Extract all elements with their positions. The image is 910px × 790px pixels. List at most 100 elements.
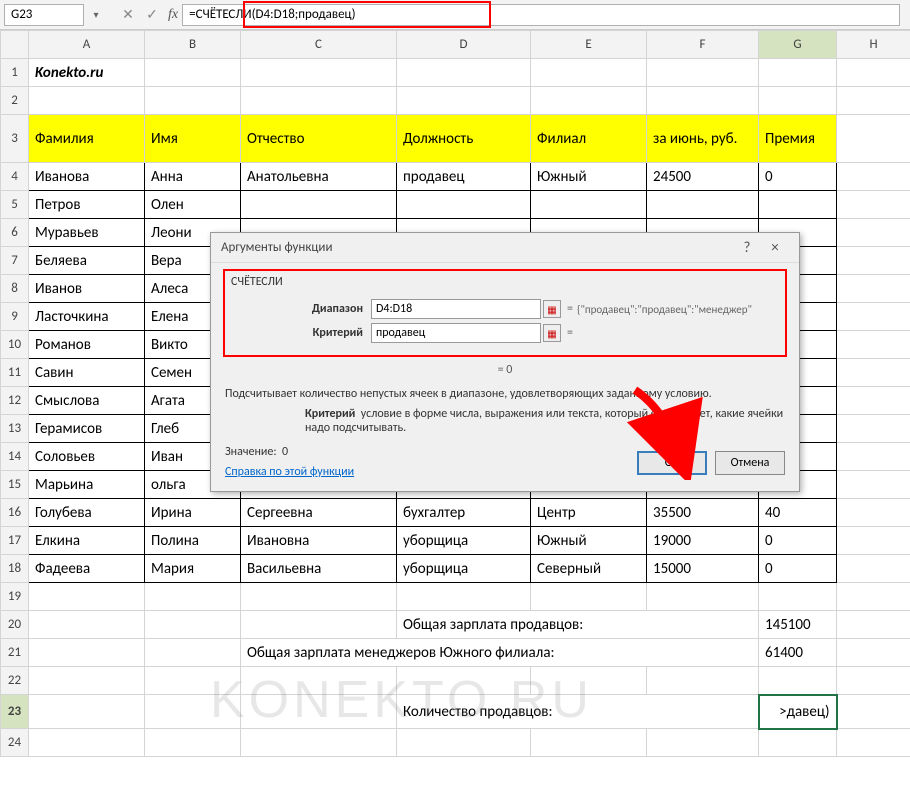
cell[interactable]: Васильевна [241,555,397,583]
row-header[interactable]: 2 [1,87,29,115]
cell[interactable]: Соловьев [29,443,145,471]
cell[interactable]: Ласточкина [29,303,145,331]
cell[interactable] [241,191,397,219]
cell[interactable]: уборщица [397,555,531,583]
arg2-input[interactable] [371,323,541,343]
cell[interactable]: 145100 [759,611,837,639]
cell[interactable]: Анна [145,163,241,191]
cell[interactable]: Ирина [145,499,241,527]
header-cell[interactable]: Фамилия [29,115,145,163]
cell[interactable]: 24500 [647,163,759,191]
cell[interactable]: Муравьев [29,219,145,247]
cell[interactable]: Сергеевна [241,499,397,527]
row-header[interactable]: 20 [1,611,29,639]
header-cell[interactable]: Должность [397,115,531,163]
row-header[interactable]: 6 [1,219,29,247]
name-box[interactable]: G23 [4,4,84,26]
row-header[interactable]: 5 [1,191,29,219]
cell[interactable]: Романов [29,331,145,359]
fx-icon[interactable]: fx [168,7,178,23]
col-header[interactable]: A [29,31,145,59]
accept-formula-icon[interactable]: ✓ [140,4,164,26]
col-header[interactable]: H [837,31,910,59]
row-header[interactable]: 14 [1,443,29,471]
cell[interactable]: бухгалтер [397,499,531,527]
row-header[interactable]: 24 [1,729,29,757]
cell[interactable]: Южный [531,527,647,555]
range-selector-icon[interactable]: ▦ [543,324,561,342]
col-header[interactable]: C [241,31,397,59]
cell[interactable]: Герамисов [29,415,145,443]
row-header[interactable]: 7 [1,247,29,275]
cell[interactable]: Смыслова [29,387,145,415]
cell[interactable]: 35500 [647,499,759,527]
cell[interactable]: Количество продавцов: [397,695,759,729]
cell[interactable]: Марьина [29,471,145,499]
cell[interactable] [531,191,647,219]
arg1-input[interactable] [371,299,541,319]
row-header[interactable]: 19 [1,583,29,611]
cell[interactable] [397,191,531,219]
help-link[interactable]: Справка по этой функции [225,465,354,479]
row-header[interactable]: 11 [1,359,29,387]
col-header[interactable]: E [531,31,647,59]
row-header[interactable]: 21 [1,639,29,667]
row-header[interactable]: 16 [1,499,29,527]
help-icon[interactable]: ? [733,239,761,257]
cell[interactable] [759,191,837,219]
cancel-formula-icon[interactable]: ✕ [116,4,140,26]
ok-button[interactable]: ОК [637,451,707,475]
dialog-title-bar[interactable]: Аргументы функции ? × [211,233,799,263]
formula-input[interactable]: =СЧЁТЕСЛИ(D4:D18;продавец) [182,4,900,26]
cell[interactable]: 0 [759,163,837,191]
cell[interactable]: Северный [531,555,647,583]
col-header[interactable]: B [145,31,241,59]
cell[interactable]: продавец [397,163,531,191]
cell[interactable]: Мария [145,555,241,583]
cell[interactable]: Южный [531,163,647,191]
cell[interactable] [647,191,759,219]
cell[interactable]: Олен [145,191,241,219]
cancel-button[interactable]: Отмена [715,451,785,475]
cell[interactable]: Петров [29,191,145,219]
cell[interactable]: уборщица [397,527,531,555]
header-cell[interactable]: Имя [145,115,241,163]
cell[interactable]: 19000 [647,527,759,555]
col-header[interactable]: F [647,31,759,59]
header-cell[interactable]: Филиал [531,115,647,163]
cell[interactable]: Центр [531,499,647,527]
close-icon[interactable]: × [761,239,789,257]
row-header[interactable]: 17 [1,527,29,555]
select-all-cell[interactable] [1,31,29,59]
cell[interactable]: Общая зарплата менеджеров Южного филиала… [241,639,759,667]
header-cell[interactable]: Отчество [241,115,397,163]
cell[interactable]: Фадеева [29,555,145,583]
row-header[interactable]: 10 [1,331,29,359]
cell[interactable]: 0 [759,527,837,555]
cell[interactable]: Голубева [29,499,145,527]
cell[interactable]: Konekto.ru [29,59,145,87]
cell[interactable]: 61400 [759,639,837,667]
row-header[interactable]: 15 [1,471,29,499]
cell[interactable]: 0 [759,555,837,583]
active-cell[interactable]: >давец) [759,695,837,729]
cell[interactable]: Елкина [29,527,145,555]
col-header[interactable]: G [759,31,837,59]
row-header[interactable]: 4 [1,163,29,191]
cell[interactable]: 15000 [647,555,759,583]
cell[interactable]: Иванов [29,275,145,303]
header-cell[interactable]: Премия [759,115,837,163]
row-header[interactable]: 9 [1,303,29,331]
row-header[interactable]: 8 [1,275,29,303]
name-box-dropdown-icon[interactable]: ▾ [88,8,104,21]
range-selector-icon[interactable]: ▦ [543,300,561,318]
cell[interactable]: Общая зарплата продавцов: [397,611,759,639]
row-header[interactable]: 13 [1,415,29,443]
cell[interactable]: Савин [29,359,145,387]
header-cell[interactable]: за июнь, руб. [647,115,759,163]
row-header[interactable]: 22 [1,667,29,695]
row-header[interactable]: 18 [1,555,29,583]
cell[interactable]: Полина [145,527,241,555]
row-header[interactable]: 12 [1,387,29,415]
cell[interactable]: Ивановна [241,527,397,555]
